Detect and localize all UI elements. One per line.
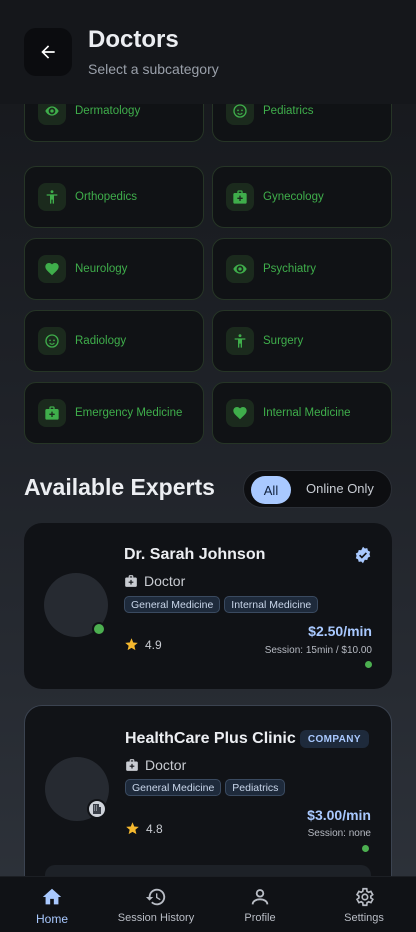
expert-role-label: Doctor — [145, 757, 187, 773]
nav-label: Home — [35, 912, 68, 926]
category-label: Surgery — [263, 335, 304, 347]
nav-label: Settings — [344, 912, 384, 924]
building-icon — [87, 799, 107, 819]
category-neurology[interactable]: Neurology — [24, 238, 204, 300]
person-icon — [234, 334, 246, 348]
price-per-minute: $3.00/min — [307, 807, 371, 823]
nav-profile[interactable]: Profile — [208, 877, 312, 932]
home-icon — [42, 888, 62, 905]
specialty-tag: Pediatrics — [225, 779, 286, 796]
category-label: Internal Medicine — [263, 407, 351, 419]
status-indicator — [362, 845, 369, 852]
expert-role: Doctor — [124, 573, 185, 589]
category-internal-medicine[interactable]: Internal Medicine — [212, 382, 392, 444]
rating: 4.9 — [124, 637, 162, 652]
face-icon — [45, 106, 59, 116]
specialty-tag: General Medicine — [124, 596, 221, 613]
session-info: Session: 15min / $10.00 — [264, 645, 372, 656]
expert-card[interactable]: HealthCare Plus Clinic COMPANY Doctor Ge… — [24, 705, 392, 905]
nav-label: Session History — [117, 912, 195, 924]
online-filter-toggle: All Online Only — [243, 470, 392, 508]
online-indicator — [92, 622, 106, 636]
child-face-icon — [45, 334, 59, 348]
face-icon — [233, 264, 247, 274]
app-header: Doctors Select a subcategory — [0, 0, 416, 104]
nav-settings[interactable]: Settings — [312, 877, 416, 932]
page-title: Doctors — [88, 26, 179, 53]
expert-name: Dr. Sarah Johnson — [124, 546, 266, 563]
specialty-tag: Internal Medicine — [224, 596, 319, 613]
child-face-icon — [233, 104, 247, 118]
verified-badge-icon — [354, 546, 372, 569]
heart-icon — [45, 263, 59, 276]
rating-value: 4.9 — [145, 637, 162, 652]
category-label: Neurology — [75, 263, 128, 275]
briefcase-icon — [126, 759, 138, 771]
session-info: Session: none — [307, 828, 371, 839]
page-subtitle: Select a subcategory — [88, 61, 219, 77]
filter-all-button[interactable]: All — [251, 476, 291, 504]
category-orthopedics[interactable]: Orthopedics — [24, 166, 204, 228]
category-emergency-medicine[interactable]: Emergency Medicine — [24, 382, 204, 444]
nav-session-history[interactable]: Session History — [104, 877, 208, 932]
history-icon — [145, 888, 166, 906]
medical-bag-icon — [45, 406, 59, 420]
gear-icon — [355, 887, 374, 907]
category-radiology[interactable]: Radiology — [24, 310, 204, 372]
category-label: Emergency Medicine — [75, 407, 183, 419]
category-label: Orthopedics — [75, 191, 138, 203]
category-gynecology[interactable]: Gynecology — [212, 166, 392, 228]
category-label: Gynecology — [263, 191, 324, 203]
bottom-navigation: Home Session History Profile Settings — [0, 876, 416, 932]
star-icon — [126, 822, 139, 835]
nav-home[interactable]: Home — [0, 877, 104, 932]
expert-role: Doctor — [125, 757, 186, 773]
category-surgery[interactable]: Surgery — [212, 310, 392, 372]
category-label: Pediatrics — [263, 105, 314, 117]
category-label: Dermatology — [75, 105, 141, 117]
specialty-tags: General Medicine Pediatrics — [125, 779, 286, 796]
category-label: Radiology — [75, 335, 127, 347]
expert-role-label: Doctor — [144, 573, 186, 589]
nav-label: Profile — [244, 912, 276, 924]
person-icon — [46, 190, 58, 204]
person-outline-icon — [251, 889, 269, 905]
expert-name: HealthCare Plus Clinic — [125, 730, 296, 747]
section-title: Available Experts — [24, 474, 215, 500]
arrow-left-icon — [41, 45, 55, 59]
heart-icon — [233, 407, 247, 420]
company-badge: COMPANY — [299, 730, 369, 748]
specialty-tag: General Medicine — [125, 779, 222, 796]
rating-value: 4.8 — [146, 821, 163, 836]
category-psychiatry[interactable]: Psychiatry — [212, 238, 392, 300]
back-button[interactable] — [24, 28, 72, 76]
star-icon — [125, 638, 138, 651]
price-per-minute: $2.50/min — [308, 623, 372, 639]
status-indicator — [365, 661, 372, 668]
filter-online-button[interactable]: Online Only — [306, 481, 374, 496]
medical-bag-icon — [233, 190, 247, 204]
briefcase-icon — [125, 575, 137, 587]
category-label: Psychiatry — [263, 263, 317, 275]
specialty-tags: General Medicine Internal Medicine — [124, 596, 319, 613]
expert-card[interactable]: Dr. Sarah Johnson Doctor General Medicin… — [24, 523, 392, 689]
rating: 4.8 — [125, 821, 163, 836]
